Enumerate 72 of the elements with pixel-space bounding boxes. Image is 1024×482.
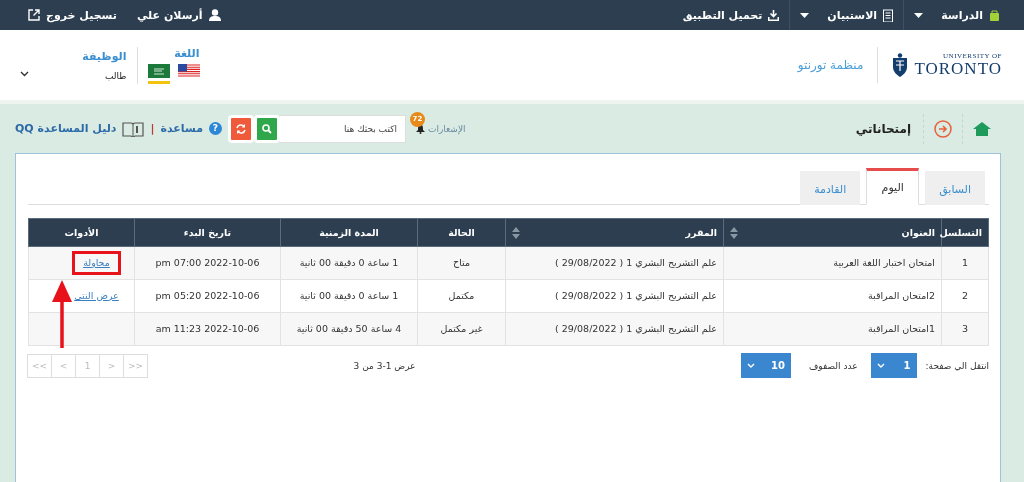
table-cell: 2 <box>961 289 968 301</box>
notifications-link[interactable]: الإشعارات <box>427 123 466 134</box>
logout-link[interactable]: تسجيل خروج <box>46 8 117 22</box>
logo-wordmark: TORONTO <box>914 60 1002 77</box>
column-header[interactable]: المقرر <box>685 227 717 238</box>
table-cell: pm 07:00 2022-10-06 <box>155 256 260 268</box>
help-link[interactable]: مساعدة <box>160 122 203 135</box>
rows-select[interactable]: 10 <box>741 353 792 378</box>
organization-name: منظمة تورنتو <box>797 58 864 72</box>
table-cell: pm 05:20 2022-10-06 <box>155 289 260 301</box>
table-cell: 1 ساعة 0 دقيقة 00 ثانية <box>299 289 399 301</box>
separator-mark: | <box>150 122 155 135</box>
chevron-down-icon <box>876 363 885 368</box>
crest-icon <box>892 53 909 77</box>
annotation-arrow <box>52 280 72 348</box>
table-cell: 2امتحان المراقبة <box>867 289 935 301</box>
page-title: إمتحاناتي <box>855 121 912 136</box>
goto-page-label: انتقل الي صفحة: <box>925 360 989 371</box>
role-dropdown[interactable]: طالب <box>79 70 127 81</box>
table-link[interactable]: محاولة <box>72 250 121 276</box>
column-header: الحالة <box>448 227 475 238</box>
table-cell: am 11:23 2022-10-06 <box>155 322 260 334</box>
column-header[interactable]: العنوان <box>901 227 935 238</box>
column-header: الأدوات <box>64 227 99 238</box>
refresh-icon <box>235 123 246 134</box>
download-icon <box>768 9 780 21</box>
search-field[interactable]: اكتب بحثك هنا <box>279 114 406 143</box>
table-cell: متاح <box>453 256 470 268</box>
menu-item[interactable]: تحميل التطبيق <box>682 8 763 22</box>
menu-item[interactable]: الدراسة <box>941 8 983 22</box>
role-label: الوظيفة <box>82 49 127 63</box>
user-name[interactable]: أرسلان علي <box>136 8 203 22</box>
clipboard-icon <box>883 8 894 22</box>
user-icon <box>208 9 221 21</box>
help-icon[interactable]: ? <box>208 122 222 135</box>
table-cell: علم التشريح البشري 1 ( 29/08/2022 ) <box>555 322 717 334</box>
table-cell: غير مكتمل <box>440 322 483 334</box>
menu-item[interactable]: الاستبيان <box>827 8 878 22</box>
search-icon <box>261 123 272 134</box>
table-cell: علم التشريح البشري 1 ( 29/08/2022 ) <box>555 289 717 301</box>
results-summary: عرض 1-3 من 3 <box>353 360 416 371</box>
search-button[interactable] <box>253 114 280 143</box>
tab[interactable]: اليوم <box>866 168 920 205</box>
refresh-button[interactable] <box>227 114 254 143</box>
table-cell: امتحان اختبار اللغة العربية <box>833 256 935 268</box>
rows-label: عدد الصفوف <box>809 360 858 371</box>
flag-icon[interactable] <box>147 63 170 84</box>
tab[interactable]: السابق <box>925 171 985 205</box>
arrow-circle-icon[interactable] <box>934 119 952 138</box>
chevron-down-icon[interactable] <box>20 71 29 77</box>
sort-icon[interactable] <box>730 226 738 239</box>
table-cell: 3 <box>961 322 968 334</box>
table-cell: علم التشريح البشري 1 ( 29/08/2022 ) <box>555 256 717 268</box>
page-select[interactable]: 1 <box>870 353 917 378</box>
table-cell: 1 ساعة 0 دقيقة 00 ثانية <box>299 256 399 268</box>
tab[interactable]: القادمة <box>800 171 861 205</box>
table-link[interactable]: عرض النتي <box>74 288 119 304</box>
table-cell: 1 <box>961 256 968 268</box>
external-link-icon <box>28 9 40 21</box>
chevron-down-icon <box>747 363 756 368</box>
caret-icon <box>914 12 924 18</box>
table-cell: 1امتحان المراقبة <box>867 322 935 334</box>
home-icon[interactable] <box>973 121 991 136</box>
column-header: تاريخ البدء <box>183 227 232 238</box>
sort-icon[interactable] <box>512 226 520 239</box>
language-label: اللغة <box>174 46 200 60</box>
help-guide-link[interactable]: دليل المساعدة QQ <box>15 122 117 135</box>
table-cell: مكتمل <box>448 289 475 301</box>
caret-icon <box>800 12 810 18</box>
table-cell: 4 ساعة 50 دقيقة 00 ثانية <box>296 322 402 334</box>
column-header: المدة الزمنية <box>319 227 379 238</box>
column-header: التسلسل <box>939 227 982 238</box>
